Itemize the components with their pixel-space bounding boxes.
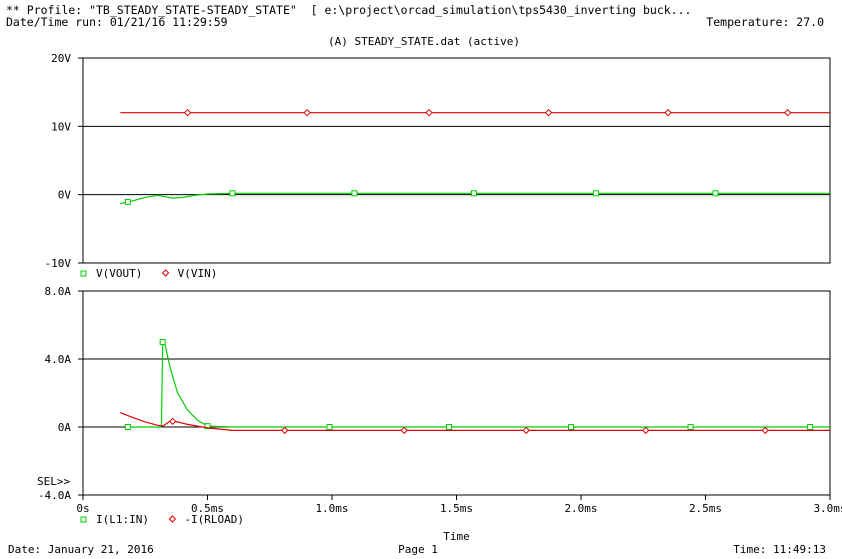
legend-label-i-l1-in: I(L1:IN) [96, 513, 149, 526]
data-point-i-l1-in [807, 424, 814, 430]
data-point-i-l1-in [568, 424, 575, 430]
legend-marker-v-vin [161, 269, 170, 277]
x-tick-label: 1.5ms [440, 502, 473, 515]
y-tick-label: -4.0A [38, 489, 71, 502]
legend-label-v-vout: V(VOUT) [96, 267, 142, 280]
legend-label-i-rload: -I(RLOAD) [184, 513, 244, 526]
x-tick-label: 3.0ms [813, 502, 842, 515]
data-point-v-vout [712, 190, 719, 197]
data-point-v-vin [664, 108, 672, 117]
data-point-v-vout [124, 198, 131, 205]
data-point-i-rload [522, 426, 530, 435]
y-tick-label: -10V [45, 257, 72, 270]
x-tick-label: 2.5ms [689, 502, 722, 515]
y-tick-label: 0V [58, 189, 72, 202]
legend-marker-i-l1-in [80, 516, 87, 523]
data-point-i-l1-in [687, 424, 694, 430]
data-point-i-rload [761, 426, 769, 435]
series-line-i-rload [120, 412, 830, 431]
data-point-i-l1-in [159, 339, 166, 345]
data-point-i-rload [400, 426, 408, 435]
sel-marker: SEL>> [37, 475, 70, 488]
data-point-v-vin [425, 108, 433, 117]
legend-marker-v-vout [80, 270, 87, 277]
current-plot[interactable]: -4.0A0A4.0A8.0A0s 0.5ms 1.0ms 1.5ms 2.0ms 2.5… [37, 285, 842, 543]
x-tick-label: 2.0ms [564, 502, 597, 515]
data-point-v-vin [303, 108, 311, 117]
x-tick-label: 0s [76, 502, 89, 515]
y-tick-label: 20V [51, 52, 71, 65]
data-point-v-vout [592, 190, 599, 197]
footer-page: Page 1 [398, 543, 438, 556]
y-tick-label: 8.0A [45, 285, 72, 298]
data-point-i-rload [280, 426, 289, 435]
data-point-v-vin [783, 108, 792, 117]
plot-title: (A) STEADY_STATE.dat (active) [328, 35, 520, 48]
chart-area[interactable]: (A) STEADY_STATE.dat (active) -10V 0V 10V 2… [0, 0, 842, 559]
y-tick-label: 10V [51, 120, 71, 133]
data-point-v-vin [544, 108, 553, 117]
data-point-v-vout [351, 190, 358, 197]
legend-marker-i-rload [168, 515, 177, 523]
y-tick-label: 4.0A [45, 353, 72, 366]
data-point-i-l1-in [446, 424, 453, 430]
plot-frame [82, 290, 831, 496]
series-line-i-l1-in [127, 340, 830, 428]
data-point-v-vout [470, 190, 477, 197]
x-tick-label: 1.0ms [315, 502, 348, 515]
data-point-v-vout [229, 190, 236, 197]
footer-date: Date: January 21, 2016 [8, 543, 154, 556]
x-axis-label: Time [443, 530, 470, 543]
data-point-v-vin [183, 108, 192, 117]
data-point-i-rload [642, 426, 650, 435]
data-point-i-l1-in [124, 424, 131, 430]
y-tick-label: 0A [58, 421, 72, 434]
data-point-i-l1-in [326, 424, 333, 430]
legend-label-v-vin: V(VIN) [178, 267, 218, 280]
voltage-plot[interactable]: -10V 0V 10V 20V V(VOUT) V(VIN) [45, 52, 831, 280]
footer-time: Time: 11:49:13 [733, 543, 826, 556]
data-point-i-rload [168, 417, 177, 426]
plot-frame [82, 57, 831, 264]
